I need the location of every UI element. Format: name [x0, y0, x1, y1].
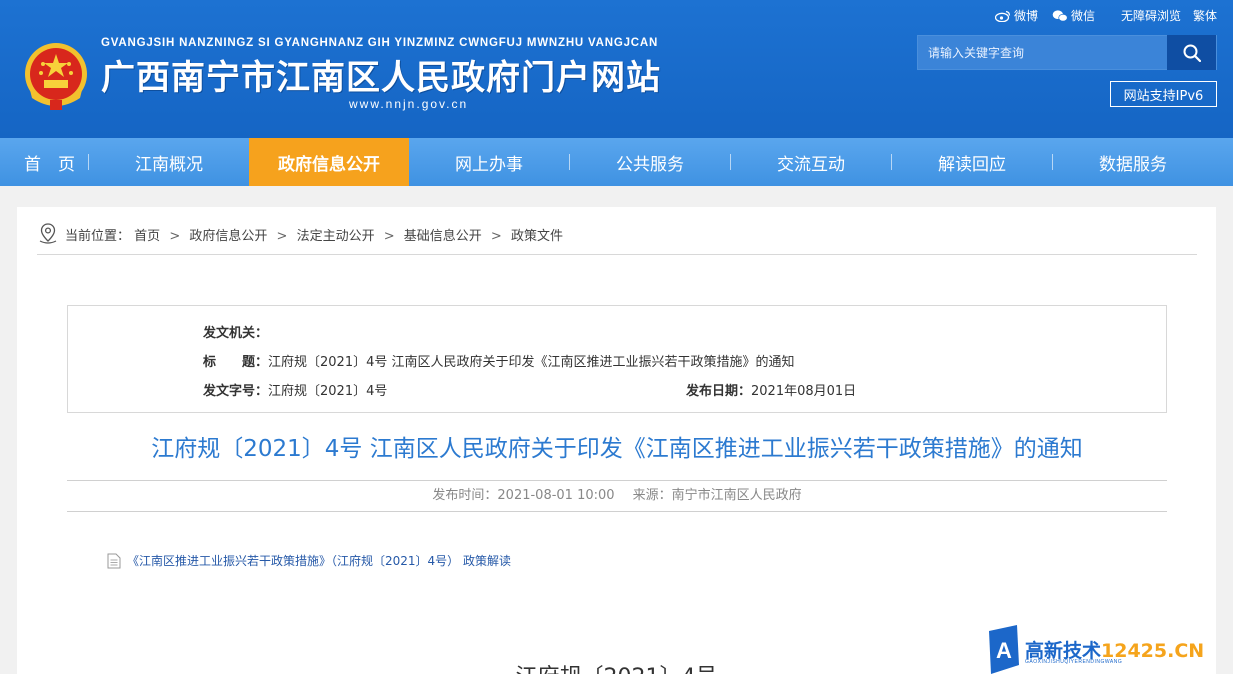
main-nav: 首 页 江南概况 政府信息公开 网上办事 公共服务 交流互动 解读回应 数据服务 [0, 138, 1233, 186]
meta-issuer-row: 发文机关： [203, 322, 268, 341]
nav-public-services[interactable]: 公共服务 [570, 138, 730, 186]
search-icon [1183, 44, 1201, 62]
meta-title-row: 标 题：江府规〔2021〕4号 江南区人民政府关于印发《江南区推进工业振兴若干政… [203, 351, 795, 370]
breadcrumb-prefix: 当前位置： [65, 229, 131, 244]
search-input[interactable] [918, 36, 1169, 69]
policy-interpretation-link[interactable]: 《江南区推进工业振兴若干政策措施》（江府规〔2021〕4号） 政策解读 [127, 552, 511, 569]
search-box [917, 35, 1217, 70]
watermark-logo-icon: A [989, 625, 1019, 674]
site-title[interactable]: 广西南宁市江南区人民政府门户网站 [101, 50, 661, 99]
breadcrumb-basic-info[interactable]: 基础信息公开 [404, 229, 482, 244]
breadcrumb-gov-info[interactable]: 政府信息公开 [189, 229, 267, 244]
breadcrumb-separator: > [276, 229, 288, 244]
weibo-label: 微博 [1013, 9, 1038, 23]
document-icon [107, 553, 121, 568]
ipv6-badge: 网站支持IPv6 [1110, 81, 1217, 107]
attachment-row: 《江南区推进工业振兴若干政策措施》（江府规〔2021〕4号） 政策解读 [107, 552, 511, 569]
nav-interaction[interactable]: 交流互动 [731, 138, 891, 186]
breadcrumb-policy-docs[interactable]: 政策文件 [511, 229, 563, 244]
meta-title-value: 江府规〔2021〕4号 江南区人民政府关于印发《江南区推进工业振兴若干政策措施》… [268, 355, 795, 370]
top-links: 微博 微信 无障碍浏览 繁体 [994, 7, 1217, 24]
breadcrumb-separator: > [383, 229, 395, 244]
meta-docno-label: 发文字号： [203, 384, 269, 399]
nav-overview[interactable]: 江南概况 [89, 138, 249, 186]
document-meta-box: 发文机关： 标 题：江府规〔2021〕4号 江南区人民政府关于印发《江南区推进工… [67, 305, 1167, 413]
breadcrumb-separator: > [490, 229, 502, 244]
meta-docno-value: 江府规〔2021〕4号 [268, 384, 388, 399]
nav-home[interactable]: 首 页 [0, 138, 88, 186]
nav-online-services[interactable]: 网上办事 [409, 138, 569, 186]
meta-date-value: 2021年08月01日 [751, 384, 857, 399]
meta-title-label: 标 题： [203, 355, 269, 370]
meta-date-row: 发布日期：2021年08月01日 [686, 380, 856, 399]
breadcrumb-separator: > [169, 229, 181, 244]
meta-issuer-label: 发文机关： [203, 326, 269, 341]
breadcrumb-trail: 当前位置： 首页 > 政府信息公开 > 法定主动公开 > 基础信息公开 > 政策… [65, 222, 563, 244]
watermark-subtext: GAOXINJISHUQIYERENDINGWANG [1025, 659, 1123, 665]
publish-time-label: 发布时间： [432, 488, 498, 503]
breadcrumb-home[interactable]: 首页 [134, 229, 160, 244]
meta-date-label: 发布日期： [686, 384, 752, 399]
weibo-icon [994, 10, 1011, 22]
content-panel: 当前位置： 首页 > 政府信息公开 > 法定主动公开 > 基础信息公开 > 政策… [17, 207, 1216, 674]
site-pinyin-title: GVANGJSIH NANZNINGZ SI GYANGHNANZ GIH YI… [101, 37, 659, 49]
source-value: 南宁市江南区人民政府 [671, 488, 802, 503]
svg-text:A: A [996, 638, 1012, 663]
watermark: A 高新技术12425.CN GAOXINJISHUQIYERENDINGWAN… [985, 625, 1233, 674]
publish-info: 发布时间：2021-08-01 10:00 来源：南宁市江南区人民政府 [67, 480, 1167, 512]
location-pin-icon [39, 223, 57, 244]
site-header: GVANGJSIH NANZNINGZ SI GYANGHNANZ GIH YI… [0, 0, 1233, 138]
meta-docno-row: 发文字号：江府规〔2021〕4号 [203, 380, 387, 399]
nav-interpretation[interactable]: 解读回应 [892, 138, 1052, 186]
accessible-browse-link[interactable]: 无障碍浏览 [1121, 7, 1181, 24]
wechat-link[interactable]: 微信 [1052, 7, 1095, 24]
breadcrumb: 当前位置： 首页 > 政府信息公开 > 法定主动公开 > 基础信息公开 > 政策… [37, 222, 1197, 255]
nav-data-services[interactable]: 数据服务 [1053, 138, 1213, 186]
publish-time-value: 2021-08-01 10:00 [497, 488, 615, 503]
document-title: 江府规〔2021〕4号 江南区人民政府关于印发《江南区推进工业振兴若干政策措施》… [151, 436, 1083, 462]
search-button[interactable] [1167, 35, 1216, 70]
traditional-chinese-link[interactable]: 繁体 [1193, 7, 1217, 24]
source-label: 来源： [632, 488, 672, 503]
national-emblem-icon [25, 43, 87, 110]
nav-gov-info-disclosure[interactable]: 政府信息公开 [249, 138, 409, 186]
wechat-icon [1052, 9, 1068, 21]
breadcrumb-statutory[interactable]: 法定主动公开 [297, 229, 375, 244]
site-domain: www.nnjn.gov.cn [349, 97, 469, 111]
wechat-label: 微信 [1070, 9, 1095, 23]
weibo-link[interactable]: 微博 [994, 7, 1038, 24]
